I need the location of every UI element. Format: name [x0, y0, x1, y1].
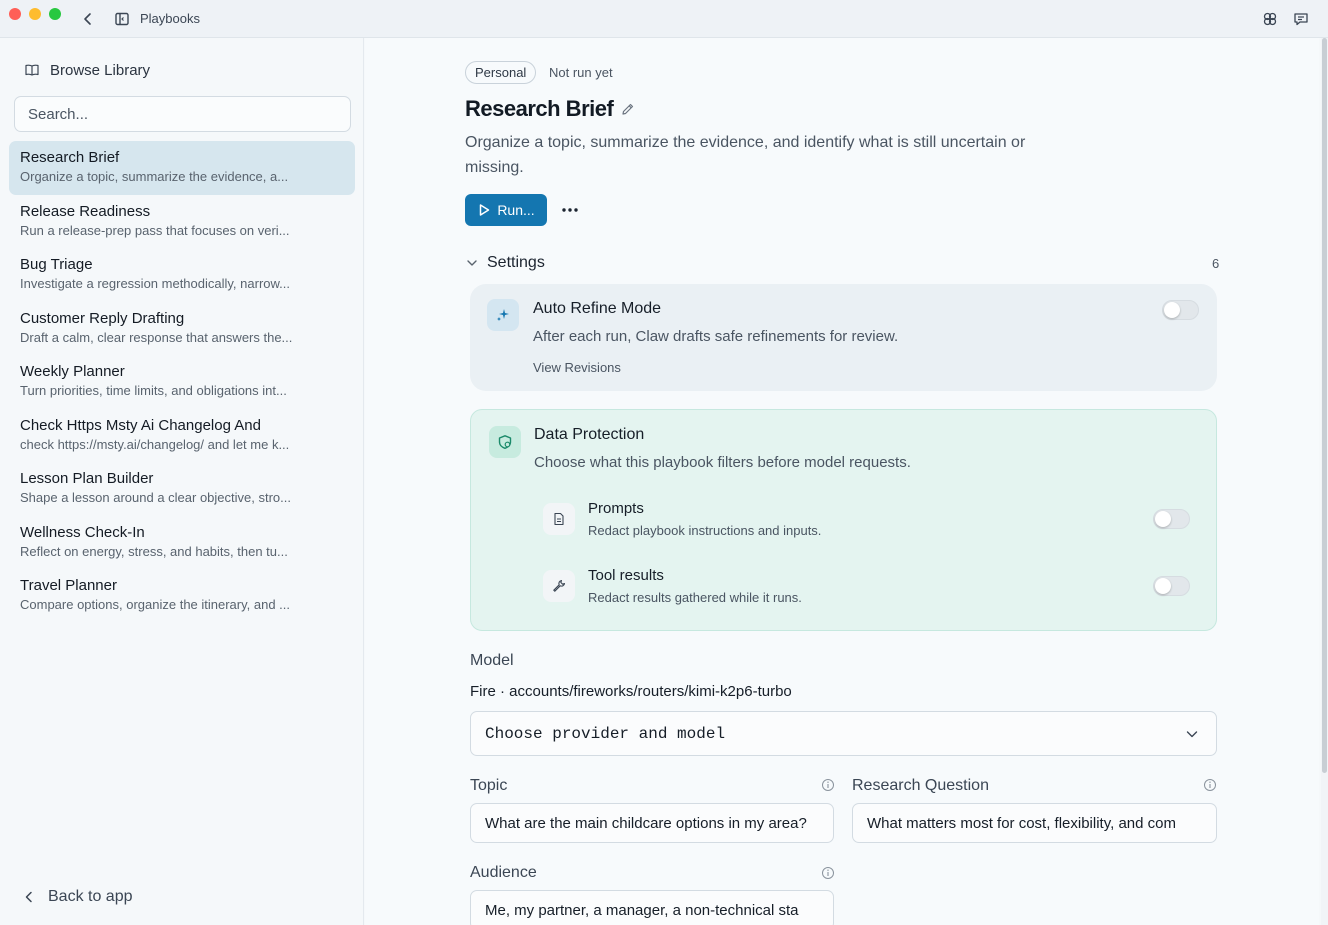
- browse-library-button[interactable]: Browse Library: [24, 60, 150, 80]
- sidebar-item-title: Bug Triage: [20, 256, 93, 273]
- sidebar-item-description: Turn priorities, time limits, and obliga…: [20, 383, 287, 398]
- sidebar: Browse Library Research Brief Organize a …: [0, 38, 364, 925]
- topic-label: Topic: [470, 777, 508, 794]
- sidebar-item[interactable]: Bug Triage Investigate a regression metho…: [9, 248, 355, 302]
- view-revisions-link[interactable]: View Revisions: [533, 360, 621, 375]
- chevron-down-icon: [1186, 731, 1198, 738]
- wrench-icon: [543, 570, 575, 602]
- sidebar-item[interactable]: Research Brief Organize a topic, summariz…: [9, 141, 355, 195]
- sidebar-item-description: Run a release-prep pass that focuses on …: [20, 222, 290, 238]
- model-select[interactable]: Choose provider and model: [470, 711, 1217, 756]
- back-arrow-icon[interactable]: [79, 10, 97, 28]
- data-protection-description: Choose what this playbook filters before…: [534, 454, 911, 471]
- sidebar-item-description: Draft a calm, clear response that answer…: [20, 329, 293, 345]
- auto-refine-title: Auto Refine Mode: [533, 300, 662, 317]
- data-protection-card: Data Protection Choose what this playboo…: [470, 409, 1217, 631]
- prompts-option-title: Prompts: [588, 500, 644, 517]
- sidebar-item[interactable]: Release Readiness Run a release-prep pass…: [9, 195, 355, 249]
- sidebar-item-title: Customer Reply Drafting: [20, 309, 185, 327]
- sidebar-item-description: Investigate a regression methodically, n…: [20, 276, 291, 291]
- sidebar-item-title: Travel Planner: [20, 577, 117, 594]
- window-title: Playbooks: [140, 11, 200, 26]
- more-options-icon[interactable]: [560, 200, 580, 220]
- page-title: Research Brief: [465, 96, 614, 121]
- sidebar-item-title: Check Https Msty Ai Changelog And: [20, 416, 261, 434]
- sparkles-icon: [487, 299, 519, 331]
- playbook-list: Research Brief Organize a topic, summariz…: [9, 141, 355, 623]
- sidebar-item[interactable]: Lesson Plan Builder Shape a lesson around…: [9, 462, 355, 516]
- research-question-input[interactable]: [852, 803, 1217, 843]
- auto-refine-description: After each run, Claw drafts safe refinem…: [533, 328, 899, 345]
- back-to-app-label: Back to app: [48, 888, 133, 905]
- sidebar-item-description: Compare options, organize the itinerary,…: [20, 597, 291, 612]
- sidebar-item-title: Release Readiness: [20, 202, 151, 220]
- sidebar-item-description: Shape a lesson around a clear objective,…: [20, 490, 291, 505]
- sidebar-item-title: Weekly Planner: [20, 363, 125, 380]
- sidebar-item[interactable]: Weekly Planner Turn priorities, time limi…: [9, 355, 355, 409]
- tool-results-toggle[interactable]: [1153, 576, 1190, 596]
- audience-label: Audience: [470, 864, 537, 881]
- research-question-label: Research Question: [852, 777, 989, 794]
- sidebar-item-title: Lesson Plan Builder: [20, 470, 154, 487]
- play-icon: [480, 204, 490, 216]
- chat-icon[interactable]: [1292, 10, 1310, 28]
- close-window-button[interactable]: [9, 8, 21, 20]
- clover-icon[interactable]: [1261, 10, 1279, 28]
- run-status: Not run yet: [549, 65, 613, 80]
- sidebar-item[interactable]: Wellness Check-In Reflect on energy, stre…: [9, 516, 355, 570]
- settings-toggle[interactable]: Settings: [465, 254, 545, 272]
- tool-results-option-description: Redact results gathered while it runs.: [588, 590, 802, 605]
- shield-icon: [489, 426, 521, 458]
- auto-refine-toggle[interactable]: [1162, 300, 1199, 320]
- settings-label: Settings: [487, 254, 545, 271]
- info-icon[interactable]: [1203, 778, 1217, 792]
- topic-input[interactable]: [470, 803, 834, 843]
- sidebar-item-title: Research Brief: [20, 149, 120, 166]
- run-button[interactable]: Run...: [465, 194, 547, 226]
- prompts-toggle[interactable]: [1153, 509, 1190, 529]
- browse-library-label: Browse Library: [50, 61, 151, 79]
- scope-badge: Personal: [465, 61, 537, 84]
- minimize-window-button[interactable]: [29, 8, 41, 20]
- prompts-option-description: Redact playbook instructions and inputs.: [588, 523, 822, 538]
- info-icon[interactable]: [821, 778, 835, 792]
- sidebar-item-description: Reflect on energy, stress, and habits, t…: [20, 543, 288, 559]
- sidebar-item-description: Organize a topic, summarize the evidence…: [20, 169, 289, 184]
- main-panel: Personal Not run yet Research Brief Orga…: [365, 38, 1319, 925]
- sidebar-item[interactable]: Customer Reply Drafting Draft a calm, cle…: [9, 302, 355, 356]
- tool-results-option-title: Tool results: [588, 567, 664, 584]
- sidebar-toggle-icon[interactable]: [113, 10, 131, 28]
- zoom-window-button[interactable]: [49, 8, 61, 20]
- pencil-icon[interactable]: [620, 101, 636, 117]
- chevron-down-icon: [467, 260, 477, 266]
- back-to-app-button[interactable]: Back to app: [22, 888, 133, 906]
- data-protection-title: Data Protection: [534, 426, 645, 443]
- auto-refine-card: Auto Refine Mode After each run, Claw dr…: [470, 284, 1217, 391]
- scrollbar-thumb[interactable]: [1322, 38, 1327, 773]
- search-input[interactable]: [14, 96, 351, 132]
- model-label: Model: [470, 652, 514, 669]
- chevron-left-icon: [25, 891, 32, 903]
- document-icon: [543, 503, 575, 535]
- title-bar: Playbooks: [0, 0, 1328, 38]
- book-icon: [25, 64, 39, 76]
- audience-input[interactable]: [470, 890, 834, 925]
- sidebar-item[interactable]: Check Https Msty Ai Changelog And check h…: [9, 409, 355, 463]
- sidebar-item-description: check https://msty.ai/changelog/ and let…: [20, 436, 290, 452]
- run-button-label: Run...: [497, 202, 535, 218]
- sidebar-item-title: Wellness Check-In: [20, 523, 145, 541]
- model-value: Fire · accounts/fireworks/routers/kimi-k…: [470, 683, 792, 700]
- sidebar-item[interactable]: Travel Planner Compare options, organize …: [9, 569, 355, 623]
- info-icon[interactable]: [821, 866, 835, 880]
- page-description: Organize a topic, summarize the evidence…: [465, 134, 1026, 176]
- settings-count: 6: [1212, 256, 1220, 271]
- model-select-placeholder: Choose provider and model: [485, 725, 726, 743]
